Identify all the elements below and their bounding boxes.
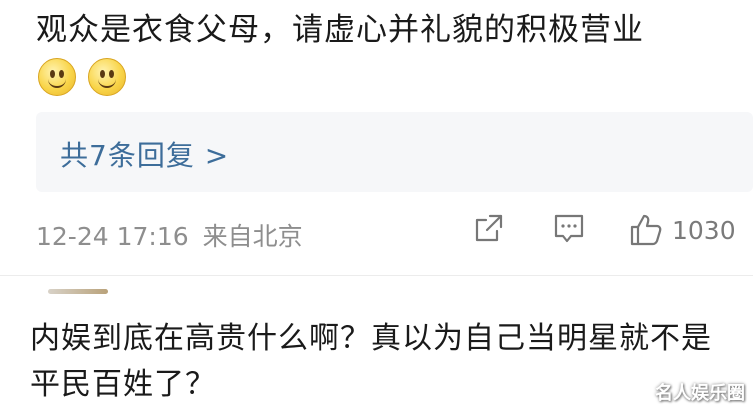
comment-divider [0,275,753,276]
share-icon [473,212,505,244]
share-button[interactable] [473,212,505,244]
comment-meta: 12-24 17:16 来自北京 [36,217,303,253]
comment-text: 观众是衣食父母，请虚心并礼貌的积极营业 [36,12,644,48]
watermark: 名人娱乐圈 [655,383,745,404]
timestamp: 12-24 17:16 [36,222,189,251]
emoji-row [38,58,126,96]
avatar [48,289,108,294]
like-count: 1030 [672,215,736,245]
smile-emoji-icon [88,58,126,96]
view-replies-link[interactable]: 共7条回复 > [60,134,229,174]
comment-button[interactable] [553,212,585,244]
thumbs-up-icon [628,212,664,248]
like-button[interactable]: 1030 [628,212,736,248]
smile-emoji-icon [38,58,76,96]
comment-text-line: 内娱到底在高贵什么啊？真以为自己当明星就不是 [30,321,712,356]
comment-icon [553,212,585,244]
location: 来自北京 [202,222,303,251]
comment-text-line: 平民百姓了？ [30,367,216,402]
comment-text: 内娱到底在高贵什么啊？真以为自己当明星就不是 平民百姓了？ [30,316,750,408]
reply-summary-box[interactable]: 共7条回复 > [36,112,753,192]
